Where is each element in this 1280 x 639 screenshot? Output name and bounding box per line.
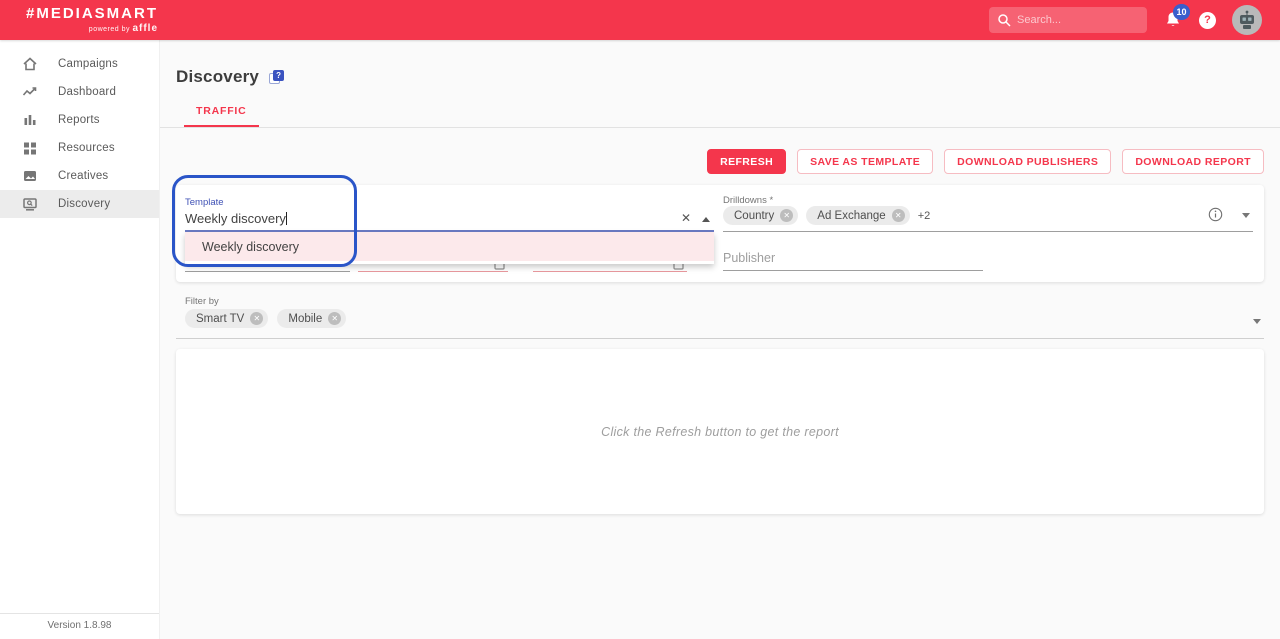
tab-bar: TRAFFIC [184, 101, 1280, 127]
empty-report-message: Click the Refresh button to get the repo… [601, 424, 839, 439]
drilldowns-underline [723, 231, 1253, 232]
widgets-icon [24, 142, 36, 155]
sidebar-item-dashboard[interactable]: Dashboard [0, 78, 159, 106]
chip-country[interactable]: Country ✕ [723, 206, 799, 225]
info-icon[interactable] [1208, 207, 1223, 222]
screen-search-icon [23, 198, 37, 211]
template-dropdown-panel: Weekly discovery [185, 232, 714, 264]
filter-chips: Smart TV ✕ Mobile ✕ [185, 309, 347, 328]
sidebar-item-label: Discovery [58, 198, 111, 210]
filter-underline [176, 338, 1264, 339]
remove-chip-icon[interactable]: ✕ [250, 312, 264, 325]
sidebar-item-campaigns[interactable]: Campaigns [0, 50, 159, 78]
chip-mobile[interactable]: Mobile ✕ [277, 309, 347, 328]
template-option-weekly-discovery[interactable]: Weekly discovery [185, 232, 714, 261]
remove-chip-icon[interactable]: ✕ [891, 209, 905, 222]
filter-dropdown-arrow-icon[interactable] [1253, 319, 1261, 324]
tabs-divider [160, 127, 1280, 128]
trend-chart-icon [22, 87, 37, 96]
sidebar-item-label: Creatives [58, 170, 109, 182]
template-field-label: Template [185, 197, 224, 208]
template-collapse-arrow-icon[interactable] [702, 217, 710, 222]
chips-overflow-count: +2 [917, 209, 931, 222]
title-help-icon[interactable]: ? [269, 69, 285, 85]
search-icon [998, 14, 1011, 27]
search-input[interactable] [989, 7, 1147, 33]
logo-subtitle: powered by affle [88, 23, 159, 34]
page-title: Discovery [176, 67, 260, 86]
affle-brand: affle [132, 23, 159, 34]
sidebar-item-label: Reports [58, 114, 100, 126]
download-publishers-button[interactable]: DOWNLOAD PUBLISHERS [944, 149, 1112, 174]
actions-row: REFRESH SAVE AS TEMPLATE DOWNLOAD PUBLIS… [160, 149, 1264, 174]
tab-traffic[interactable]: TRAFFIC [184, 105, 259, 127]
save-as-template-button[interactable]: SAVE AS TEMPLATE [797, 149, 934, 174]
publisher-input[interactable]: Publisher [723, 251, 775, 265]
sidebar-item-resources[interactable]: Resources [0, 134, 159, 162]
top-bar: #MEDIASMART powered by affle 10 ? [0, 0, 1280, 40]
end-date-underline [533, 271, 687, 272]
notification-badge: 10 [1173, 4, 1190, 20]
sidebar-item-label: Dashboard [58, 86, 117, 98]
chip-ad-exchange[interactable]: Ad Exchange ✕ [806, 206, 910, 225]
logo[interactable]: #MEDIASMART powered by affle [26, 6, 158, 34]
notifications-button[interactable]: 10 [1163, 4, 1190, 30]
remove-chip-icon[interactable]: ✕ [328, 312, 342, 325]
version-label: Version 1.8.98 [0, 613, 159, 639]
image-icon [24, 171, 36, 181]
start-date-underline [358, 271, 508, 272]
sidebar-item-reports[interactable]: Reports [0, 106, 159, 134]
text-caret [285, 212, 287, 225]
search-box [989, 7, 1147, 33]
sidebar-item-label: Campaigns [58, 58, 118, 70]
clear-template-icon[interactable]: ✕ [681, 211, 691, 225]
report-filters-card: Template Weekly discovery ✕ Drilldowns *… [176, 185, 1264, 282]
filter-by-section: Filter by Smart TV ✕ Mobile ✕ [176, 292, 1264, 339]
report-area: Click the Refresh button to get the repo… [176, 349, 1264, 514]
sidebar-item-creatives[interactable]: Creatives [0, 162, 159, 190]
robot-avatar-icon [1240, 10, 1254, 29]
sidebar-item-discovery[interactable]: Discovery [0, 190, 159, 218]
help-button[interactable]: ? [1199, 11, 1216, 29]
avatar[interactable] [1232, 5, 1262, 35]
template-input[interactable]: Weekly discovery [185, 211, 287, 226]
drilldowns-dropdown-arrow-icon[interactable] [1242, 213, 1250, 218]
main-content: Discovery ? TRAFFIC REFRESH SAVE AS TEMP… [160, 40, 1280, 639]
chip-smart-tv[interactable]: Smart TV ✕ [185, 309, 269, 328]
remove-chip-icon[interactable]: ✕ [780, 209, 794, 222]
home-icon [23, 57, 37, 71]
bar-chart-icon [24, 115, 36, 125]
download-report-button[interactable]: DOWNLOAD REPORT [1122, 149, 1264, 174]
drilldowns-chips: Country ✕ Ad Exchange ✕ +2 [723, 206, 930, 225]
filter-by-label: Filter by [185, 296, 219, 307]
date-preset-underline [185, 271, 350, 272]
logo-title: #MEDIASMART [26, 5, 159, 22]
refresh-button[interactable]: REFRESH [707, 149, 787, 174]
sidebar-item-label: Resources [58, 142, 115, 154]
publisher-underline [723, 270, 983, 271]
drilldowns-field-label: Drilldowns * [723, 195, 774, 206]
sidebar: Campaigns Dashboard Reports Resources Cr… [0, 40, 160, 639]
